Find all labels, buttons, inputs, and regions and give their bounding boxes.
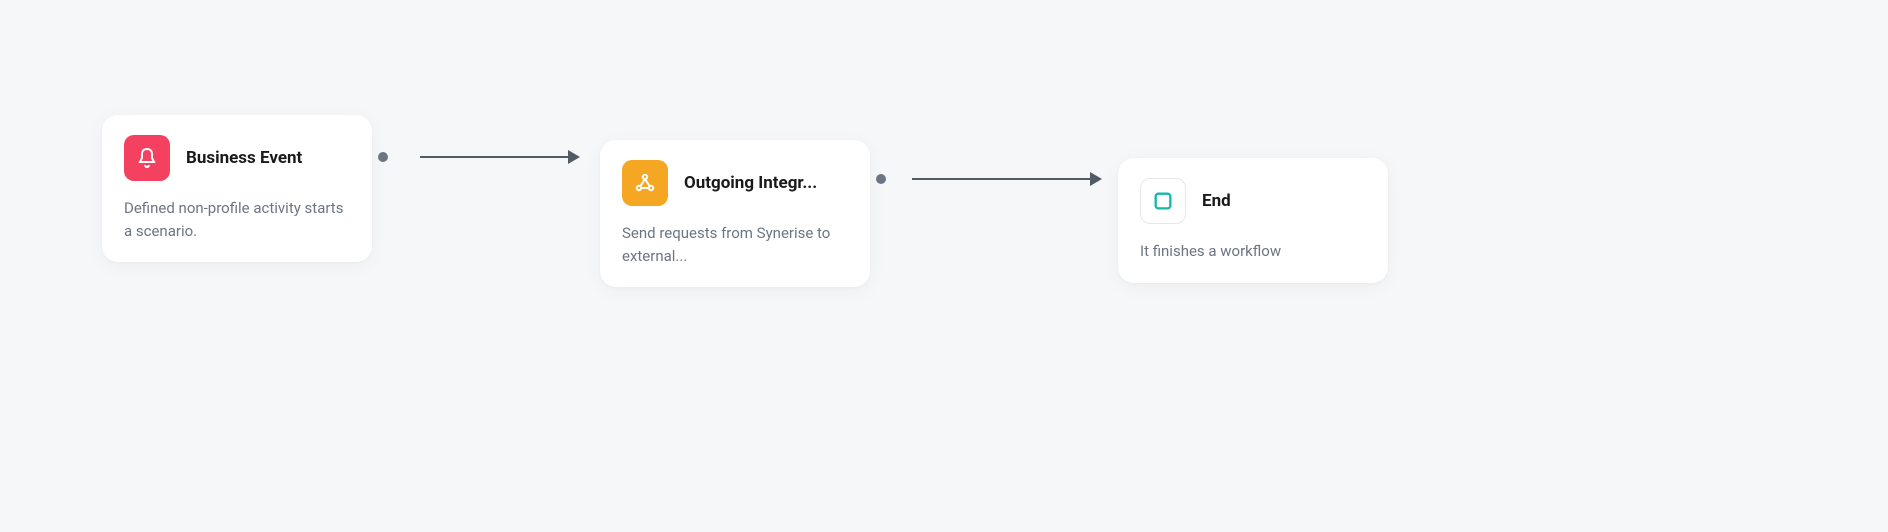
workflow-canvas[interactable]: Business Event Defined non-profile activ…	[0, 0, 1888, 532]
arrow-head-icon	[568, 150, 580, 164]
node-description: Defined non-profile activity starts a sc…	[124, 197, 350, 242]
bell-icon	[124, 135, 170, 181]
node-header: Outgoing Integr...	[622, 160, 848, 206]
node-business-event[interactable]: Business Event Defined non-profile activ…	[102, 115, 372, 262]
node-title: End	[1202, 191, 1231, 211]
node-end[interactable]: End It finishes a workflow	[1118, 158, 1388, 283]
connector-dot	[876, 174, 886, 184]
arrow-connector	[912, 178, 1092, 180]
arrow-head-icon	[1090, 172, 1102, 186]
node-header: Business Event	[124, 135, 350, 181]
node-header: End	[1140, 178, 1366, 224]
webhook-icon	[622, 160, 668, 206]
node-description: Send requests from Synerise to external.…	[622, 222, 848, 267]
arrow-connector	[420, 156, 570, 158]
node-outgoing-integration[interactable]: Outgoing Integr... Send requests from Sy…	[600, 140, 870, 287]
node-description: It finishes a workflow	[1140, 240, 1366, 263]
node-title: Business Event	[186, 148, 302, 168]
node-title: Outgoing Integr...	[684, 173, 817, 193]
stop-icon	[1140, 178, 1186, 224]
connector-dot	[378, 152, 388, 162]
